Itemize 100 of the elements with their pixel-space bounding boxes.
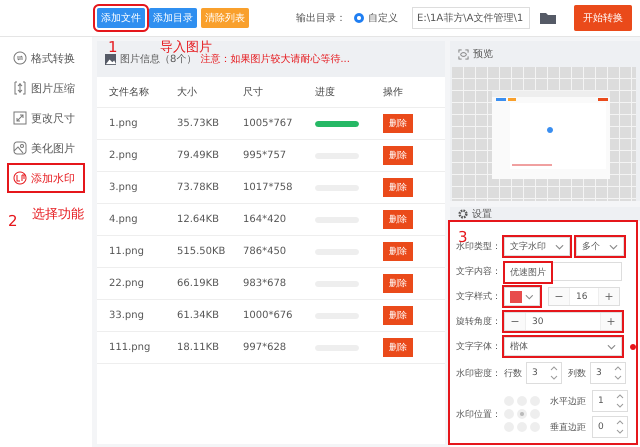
delete-button[interactable]: 删除 <box>383 146 413 165</box>
table-cell-text: 111.png <box>109 342 152 353</box>
font-size-stepper[interactable]: − 16 + <box>548 287 620 306</box>
radio-label[interactable]: 自定义 <box>368 11 398 25</box>
annotation-text: 2 <box>8 212 18 230</box>
table-cell-text: 983*678 <box>243 278 288 289</box>
caret-icon <box>607 344 616 350</box>
margin-field[interactable]: 0 <box>592 416 628 438</box>
radio-button[interactable] <box>354 13 364 23</box>
field-value: 0 <box>598 422 604 432</box>
sidebar-item[interactable]: 美化图片 <box>9 135 83 161</box>
table-cell-text: 1000*676 <box>243 310 294 321</box>
table-cell-text: 66.19KB <box>177 278 220 289</box>
position-radio[interactable] <box>517 409 527 419</box>
table-cell-text: 4.png <box>109 214 139 225</box>
path-field[interactable]: E:\1A菲方\A文件管理\1 <box>412 7 530 29</box>
delete-button[interactable]: 删除 <box>383 210 413 229</box>
field-label: 水印位置： <box>456 408 500 420</box>
minus-button[interactable]: − <box>505 313 525 330</box>
field-label: 文字内容： <box>456 266 500 278</box>
output-label: 输出目录： <box>296 12 346 25</box>
table-cell-text: 79.49KB <box>177 150 220 161</box>
font-dropdown[interactable]: 楷体 <box>504 337 622 356</box>
settings-title: 设置 <box>472 208 492 221</box>
sidebar-label[interactable]: 美化图片 <box>31 140 75 156</box>
field-value: 3 <box>532 368 538 378</box>
field-label: 文字字体： <box>456 340 500 353</box>
table-cell-text: 12.64KB <box>177 214 220 225</box>
table-cell-text: 73.78KB <box>177 182 220 193</box>
sidebar-label[interactable]: 图片压缩 <box>31 80 75 96</box>
delete-button[interactable]: 删除 <box>383 242 413 261</box>
table-cell-text: 786*450 <box>243 246 288 257</box>
sidebar-label[interactable]: 添加水印 <box>31 170 75 186</box>
column-header: 尺寸 <box>243 86 264 99</box>
swap-circle-icon <box>13 51 27 65</box>
scan-eye-icon <box>458 48 469 60</box>
image-icon <box>13 141 27 155</box>
color-picker[interactable] <box>504 287 540 306</box>
caret-icon <box>555 244 564 250</box>
type-dropdown[interactable]: 文字水印 <box>504 237 570 256</box>
plus-button[interactable]: + <box>601 313 621 330</box>
sidebar-label[interactable]: 更改尺寸 <box>31 110 75 126</box>
sidebar-item[interactable]: 图片压缩 <box>9 75 83 101</box>
table-cell-text: 35.73KB <box>177 118 220 129</box>
field-label: 文字样式： <box>456 290 500 303</box>
table-cell-text: 61.34KB <box>177 310 220 321</box>
annotation-text: 选择功能 <box>32 206 84 223</box>
table-cell-text: 11.png <box>109 246 145 257</box>
table-cell-text: 1005*767 <box>243 118 294 129</box>
field-label: 水印密度： <box>456 368 500 380</box>
columns-field[interactable]: 3 <box>590 362 626 384</box>
resize-icon <box>13 111 27 125</box>
image-icon <box>105 54 116 64</box>
sidebar-label[interactable]: 格式转换 <box>31 50 75 66</box>
columns-label: 列数 <box>568 368 586 380</box>
delete-button[interactable]: 删除 <box>383 274 413 293</box>
delete-button[interactable]: 删除 <box>383 306 413 325</box>
margin-label: 垂直边距 <box>550 422 586 434</box>
caret-icon <box>609 244 618 250</box>
column-header: 进度 <box>315 86 336 99</box>
delete-button[interactable]: 删除 <box>383 338 413 357</box>
annotation-text: 导入图片 <box>160 39 212 55</box>
rotation-stepper[interactable]: − 30 + <box>504 312 622 331</box>
table-cell-text: 3.png <box>109 182 139 193</box>
table-cell-text: 22.png <box>109 278 145 289</box>
delete-button[interactable]: 删除 <box>383 114 413 133</box>
rows-label: 行数 <box>504 368 522 380</box>
annotation-dot <box>630 344 636 350</box>
table-cell-text: 1017*758 <box>243 182 294 193</box>
margin-field[interactable]: 1 <box>592 390 628 412</box>
count-dropdown[interactable]: 多个 <box>576 237 624 256</box>
compress-icon <box>13 81 27 95</box>
preview-title: 预览 <box>473 48 493 61</box>
table-cell-text: 997*628 <box>243 342 288 353</box>
minus-button[interactable]: − <box>549 288 569 305</box>
field-label: 旋转角度： <box>456 316 500 328</box>
rows-field[interactable]: 3 <box>526 362 562 384</box>
start-button[interactable]: 开始转换 <box>574 5 632 31</box>
table-cell-text: 1.png <box>109 118 139 129</box>
column-header: 操作 <box>383 86 404 99</box>
sidebar-item[interactable]: 更改尺寸 <box>9 105 83 131</box>
field-value: 1 <box>598 396 604 406</box>
plus-button[interactable]: + <box>599 288 619 305</box>
sidebar-item[interactable]: 添加水印 <box>9 165 83 191</box>
gear-icon <box>458 209 468 219</box>
column-header: 文件名称 <box>109 86 150 99</box>
folder-icon[interactable] <box>540 12 556 24</box>
table-cell-text: 515.50KB <box>177 246 226 257</box>
field-value: 3 <box>596 368 602 378</box>
annotation-text: 1 <box>108 38 118 56</box>
column-header: 大小 <box>177 86 198 99</box>
table-cell-text: 164*420 <box>243 214 288 225</box>
delete-button[interactable]: 删除 <box>383 178 413 197</box>
table-cell-text: 18.11KB <box>177 342 220 353</box>
sidebar-item[interactable]: 格式转换 <box>9 45 83 71</box>
table-cell-text: 995*757 <box>243 150 288 161</box>
stamp-icon <box>13 171 27 185</box>
table-cell-text: 33.png <box>109 310 145 321</box>
panel-title: 图片信息（8个） <box>120 53 196 66</box>
table-cell-text: 2.png <box>109 150 139 161</box>
